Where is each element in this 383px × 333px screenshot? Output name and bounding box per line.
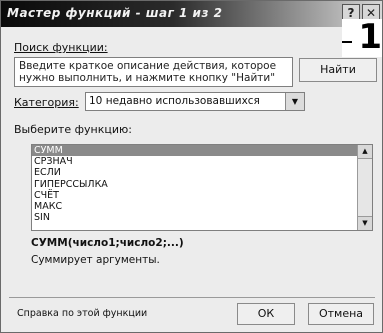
- ok-button[interactable]: ОК: [237, 303, 295, 325]
- search-input[interactable]: Введите краткое описание действия, котор…: [14, 57, 293, 87]
- function-list-item[interactable]: SIN: [32, 212, 372, 223]
- function-syntax: СУММ(число1;число2;...): [31, 237, 184, 249]
- step-marker-number: 1: [358, 17, 382, 57]
- title-bar[interactable]: Мастер функций - шаг 1 из 2 ? ✕: [1, 1, 382, 27]
- find-button[interactable]: Найти: [299, 58, 377, 82]
- category-selected-value: 10 недавно использовавшихся: [89, 95, 260, 107]
- question-icon: ?: [347, 6, 355, 20]
- ok-button-label: ОК: [257, 307, 275, 320]
- function-wizard-dialog: Мастер функций - шаг 1 из 2 ? ✕ 1 Поиск …: [0, 0, 383, 333]
- function-list-item[interactable]: МАКС: [32, 201, 372, 212]
- functions-label: Выберите функцию:: [14, 123, 132, 136]
- function-list[interactable]: СУММ СРЗНАЧ ЕСЛИ ГИПЕРССЫЛКА СЧЁТ МАКС SIN ▲ ▼: [31, 144, 373, 231]
- function-description: Суммирует аргументы.: [31, 254, 160, 266]
- function-list-item[interactable]: ГИПЕРССЫЛКА: [32, 179, 372, 190]
- category-select[interactable]: 10 недавно использовавшихся ▼: [85, 92, 305, 111]
- function-help-link[interactable]: Справка по этой функции: [17, 308, 147, 319]
- step-marker: 1: [342, 17, 382, 57]
- search-label: Поиск функции:: [14, 41, 108, 54]
- window-title: Мастер функций - шаг 1 из 2: [7, 6, 223, 20]
- function-list-items: СУММ СРЗНАЧ ЕСЛИ ГИПЕРССЫЛКА СЧЁТ МАКС SIN: [32, 145, 372, 223]
- category-label: Категория:: [14, 96, 79, 109]
- function-list-item[interactable]: СЧЁТ: [32, 190, 372, 201]
- step-marker-dash: [342, 41, 352, 43]
- function-list-item[interactable]: СУММ: [32, 145, 372, 157]
- chevron-down-icon[interactable]: ▼: [285, 93, 304, 110]
- function-list-scrollbar[interactable]: ▲ ▼: [357, 145, 372, 230]
- function-list-item[interactable]: ЕСЛИ: [32, 167, 372, 178]
- scroll-up-icon[interactable]: ▲: [358, 145, 372, 159]
- divider: [9, 297, 375, 298]
- scroll-down-icon[interactable]: ▼: [358, 216, 372, 230]
- find-button-label: Найти: [320, 63, 356, 76]
- function-list-item[interactable]: СРЗНАЧ: [32, 156, 372, 167]
- cancel-button-label: Отмена: [318, 307, 364, 320]
- cancel-button[interactable]: Отмена: [308, 303, 374, 325]
